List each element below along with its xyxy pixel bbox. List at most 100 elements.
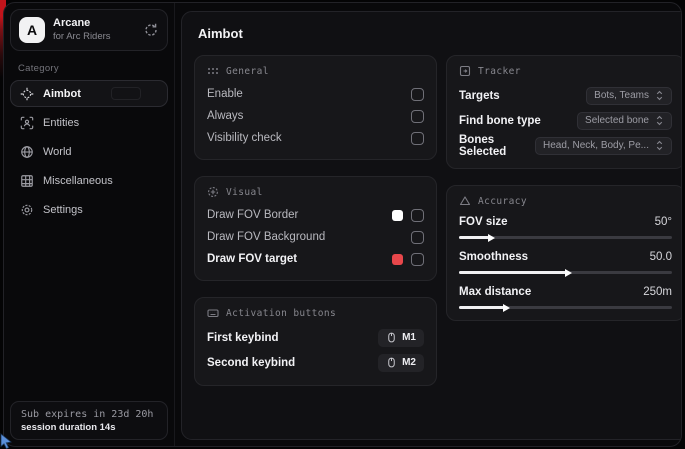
slider-thumb[interactable] [503, 304, 510, 312]
slider-group: Smoothness 50.0 [459, 248, 672, 274]
unfold-icon [655, 140, 664, 151]
app-name: Arcane [53, 17, 135, 31]
tracker-card: Tracker Targets Bots, Teams [446, 55, 682, 169]
keybind-value: M2 [402, 357, 416, 368]
page-title: Aimbot [198, 26, 682, 41]
setting-row: Draw FOV Border [207, 204, 424, 226]
setting-label: Find bone type [459, 115, 541, 127]
sync-icon[interactable] [143, 22, 159, 38]
bones-selected-dropdown[interactable]: Head, Neck, Body, Pe... [535, 137, 672, 155]
draw-fov-background-checkbox[interactable] [411, 231, 424, 244]
slider-value: 50.0 [650, 251, 672, 263]
triangle-icon [459, 195, 471, 207]
setting-label: Max distance [459, 286, 531, 298]
enable-checkbox[interactable] [411, 88, 424, 101]
card-title: Tracker [478, 66, 521, 77]
main-panel: Aimbot General Enabl [181, 11, 682, 440]
sidebar-nav: Aimbot Entities World [10, 80, 168, 223]
setting-label: Targets [459, 90, 500, 102]
dropdown-value: Selected bone [585, 115, 649, 126]
sidebar-item-label: World [43, 146, 72, 158]
setting-label: Draw FOV Border [207, 209, 298, 221]
sidebar-item-label: Entities [43, 117, 79, 129]
dots-grid-icon [207, 65, 219, 77]
always-checkbox[interactable] [411, 110, 424, 123]
targets-dropdown[interactable]: Bots, Teams [586, 87, 672, 105]
second-keybind-button[interactable]: M2 [378, 354, 424, 372]
setting-row: First keybind M1 [207, 325, 424, 350]
crosshair-icon [20, 87, 34, 101]
fov-border-color-swatch[interactable] [392, 210, 403, 221]
session-duration-text: session duration 14s [21, 422, 157, 433]
setting-label: Bones Selected [459, 134, 535, 158]
find-bone-type-dropdown[interactable]: Selected bone [577, 112, 672, 130]
slider-thumb[interactable] [565, 269, 572, 277]
fov-target-color-swatch[interactable] [392, 254, 403, 265]
setting-label: Smoothness [459, 251, 528, 263]
setting-row: Draw FOV Background [207, 226, 424, 248]
sidebar-item-entities[interactable]: Entities [10, 109, 168, 136]
sidebar-item-label: Settings [43, 204, 83, 216]
sidebar-item-miscellaneous[interactable]: Miscellaneous [10, 167, 168, 194]
first-keybind-button[interactable]: M1 [378, 329, 424, 347]
app-window: A Arcane for Arc Riders Category Aimbot [3, 2, 682, 447]
visual-card: Visual Draw FOV Border Draw FOV Backgrou… [194, 176, 437, 281]
setting-row: Enable [207, 83, 424, 105]
sidebar-item-settings[interactable]: Settings [10, 196, 168, 223]
unfold-icon [655, 115, 664, 126]
card-title: Visual [226, 187, 263, 198]
setting-row: Bones Selected Head, Neck, Body, Pe... [459, 133, 672, 158]
app-subtitle: for Arc Riders [53, 31, 135, 43]
setting-label: Always [207, 110, 243, 122]
setting-label: Second keybind [207, 357, 295, 369]
setting-row: Second keybind M2 [207, 350, 424, 375]
draw-fov-target-checkbox[interactable] [411, 253, 424, 266]
setting-row: Targets Bots, Teams [459, 83, 672, 108]
keybind-value: M1 [402, 332, 416, 343]
setting-row: Visibility check [207, 127, 424, 149]
mouse-icon [386, 357, 397, 368]
mouse-cursor [0, 433, 14, 449]
grid-icon [20, 174, 34, 188]
setting-label: FOV size [459, 216, 508, 228]
globe-icon [20, 145, 34, 159]
category-label: Category [18, 63, 168, 74]
sub-expires-text: Sub expires in 23d 20h [21, 409, 157, 420]
card-title: Activation buttons [226, 308, 336, 319]
slider-group: Max distance 250m [459, 283, 672, 309]
max-distance-slider[interactable] [459, 306, 672, 309]
fov-size-slider[interactable] [459, 236, 672, 239]
boxed-arrow-icon [459, 65, 471, 77]
sidebar-item-label: Aimbot [43, 88, 81, 100]
keyboard-icon [207, 307, 219, 319]
general-card: General Enable Always Visibility check [194, 55, 437, 160]
subscription-card: Sub expires in 23d 20h session duration … [10, 401, 168, 440]
gear-icon [20, 203, 34, 217]
setting-label: Draw FOV target [207, 253, 297, 265]
sidebar-item-label: Miscellaneous [43, 175, 113, 187]
visibility-check-checkbox[interactable] [411, 132, 424, 145]
activation-card: Activation buttons First keybind M1 [194, 297, 437, 386]
card-title: General [226, 66, 269, 77]
app-logo: A [19, 17, 45, 43]
target-plus-icon [207, 186, 219, 198]
slider-value: 50° [655, 216, 672, 228]
sidebar-item-world[interactable]: World [10, 138, 168, 165]
brand-card: A Arcane for Arc Riders [10, 9, 168, 51]
setting-label: Enable [207, 88, 243, 100]
mouse-icon [386, 332, 397, 343]
setting-row: Draw FOV target [207, 248, 424, 270]
slider-value: 250m [643, 286, 672, 298]
keybind-ghost-chip [111, 87, 141, 100]
slider-group: FOV size 50° [459, 213, 672, 239]
setting-label: Visibility check [207, 132, 282, 144]
accuracy-card: Accuracy FOV size 50° [446, 185, 682, 321]
sidebar-item-aimbot[interactable]: Aimbot [10, 80, 168, 107]
setting-label: Draw FOV Background [207, 231, 325, 243]
main-area: Aimbot General Enabl [175, 3, 682, 446]
slider-thumb[interactable] [488, 234, 495, 242]
draw-fov-border-checkbox[interactable] [411, 209, 424, 222]
dropdown-value: Bots, Teams [594, 90, 649, 101]
smoothness-slider[interactable] [459, 271, 672, 274]
unfold-icon [655, 90, 664, 101]
